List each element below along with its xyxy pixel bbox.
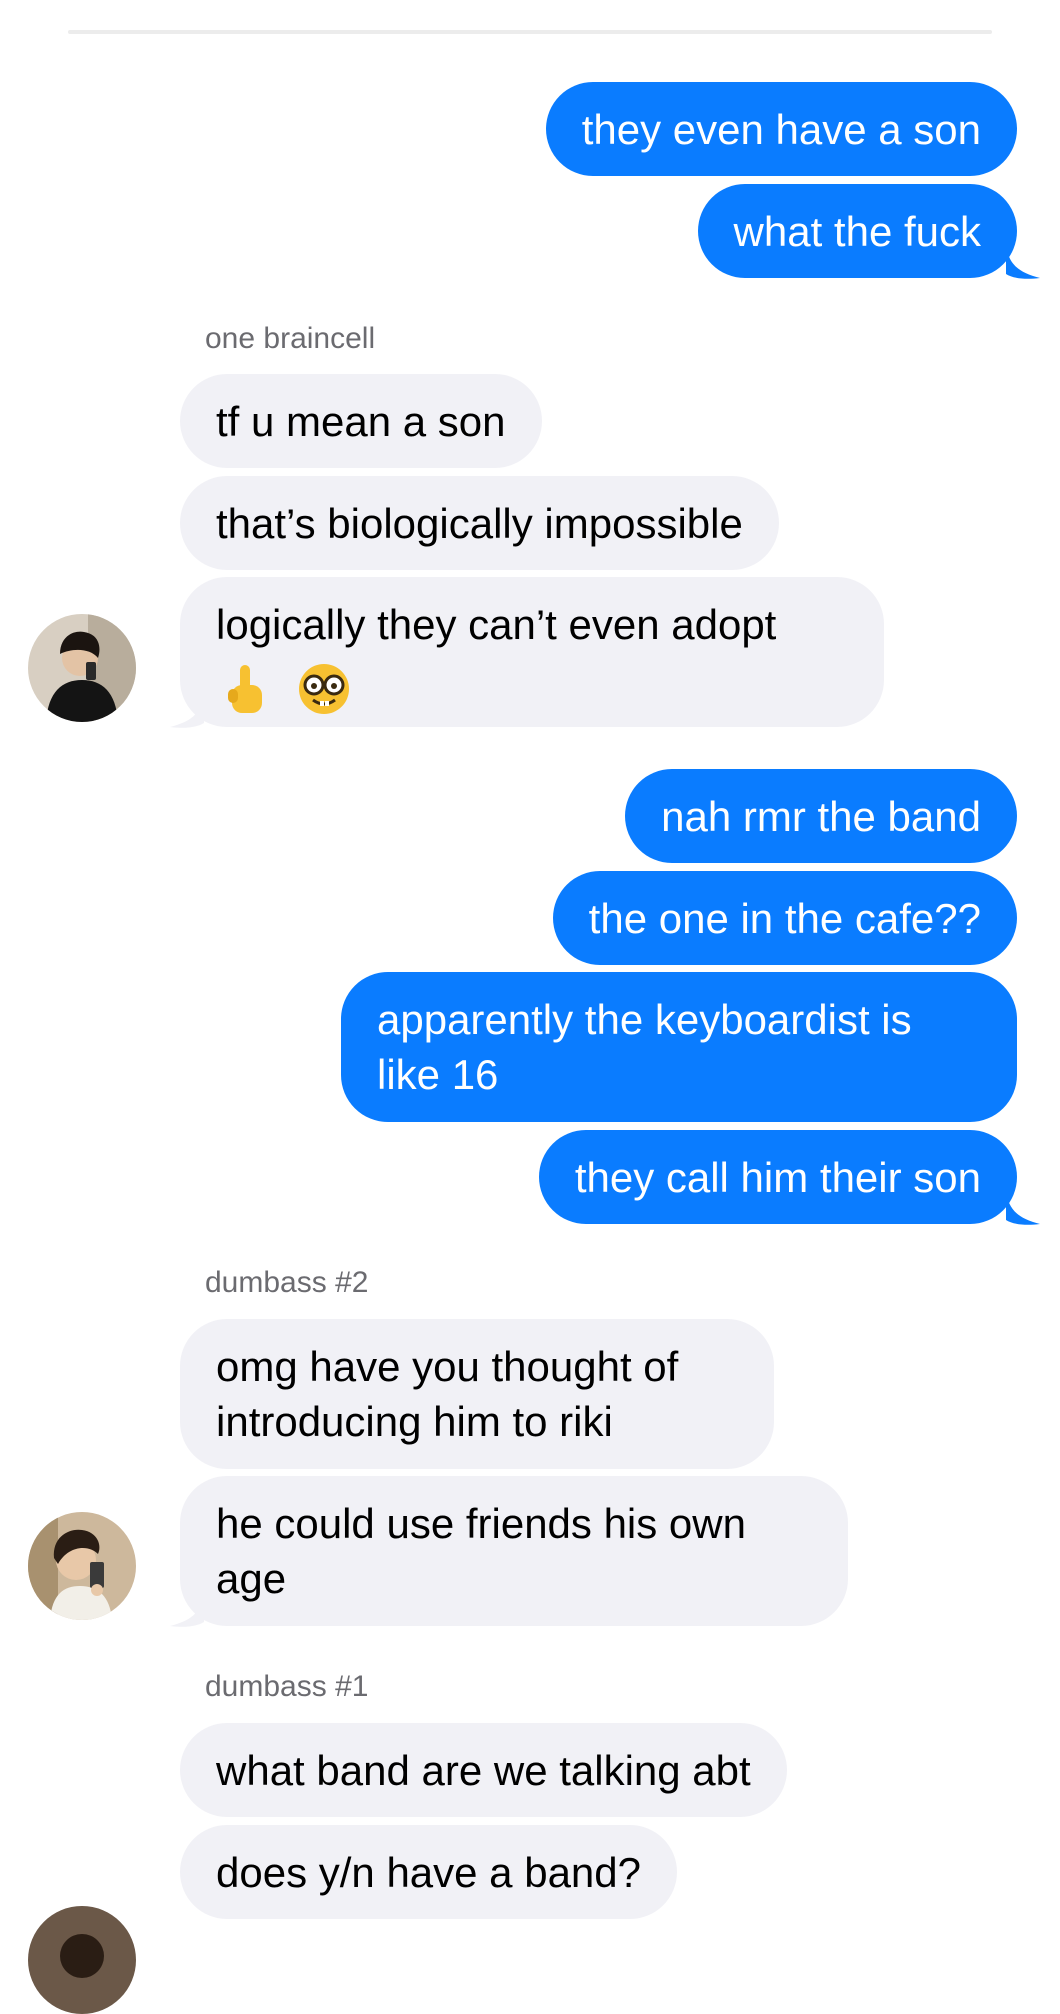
sender-name: dumbass #2 [205, 1266, 369, 1299]
sent-message[interactable]: nah rmr the band [625, 769, 1017, 863]
received-message[interactable]: what band are we talking abt [180, 1723, 787, 1817]
sent-message[interactable]: apparently the keyboardist is like 16 [341, 972, 1017, 1122]
sender-name: one braincell [205, 322, 376, 355]
received-message[interactable]: tf u mean a son [180, 374, 542, 468]
thread-divider [68, 30, 992, 34]
avatar[interactable] [28, 1512, 136, 1620]
sent-message[interactable]: what the fuck [697, 184, 1017, 278]
sent-message[interactable]: the one in the cafe?? [552, 871, 1017, 965]
received-message[interactable]: logically they can’t even adopt [180, 577, 884, 727]
received-message[interactable]: that’s biologically impossible [180, 476, 779, 570]
bubble-tail [170, 1592, 204, 1627]
nerd-face-emoji [298, 663, 349, 714]
avatar[interactable] [28, 1906, 136, 2014]
bubble-tail [1006, 1190, 1040, 1225]
bubble-tail [170, 693, 204, 728]
received-message[interactable]: he could use friends his own age [180, 1476, 848, 1626]
pointing-up-emoji [228, 664, 262, 713]
sent-message[interactable]: they call him their son [538, 1130, 1017, 1224]
received-message[interactable]: does y/n have a band? [180, 1825, 678, 1919]
sender-name: dumbass #1 [205, 1670, 369, 1703]
message-text: logically they can’t even adopt [216, 601, 777, 648]
avatar[interactable] [28, 614, 136, 722]
bubble-tail [1006, 244, 1040, 279]
sent-message[interactable]: they even have a son [545, 82, 1017, 176]
received-message[interactable]: omg have you thought of introducing him … [180, 1319, 774, 1469]
